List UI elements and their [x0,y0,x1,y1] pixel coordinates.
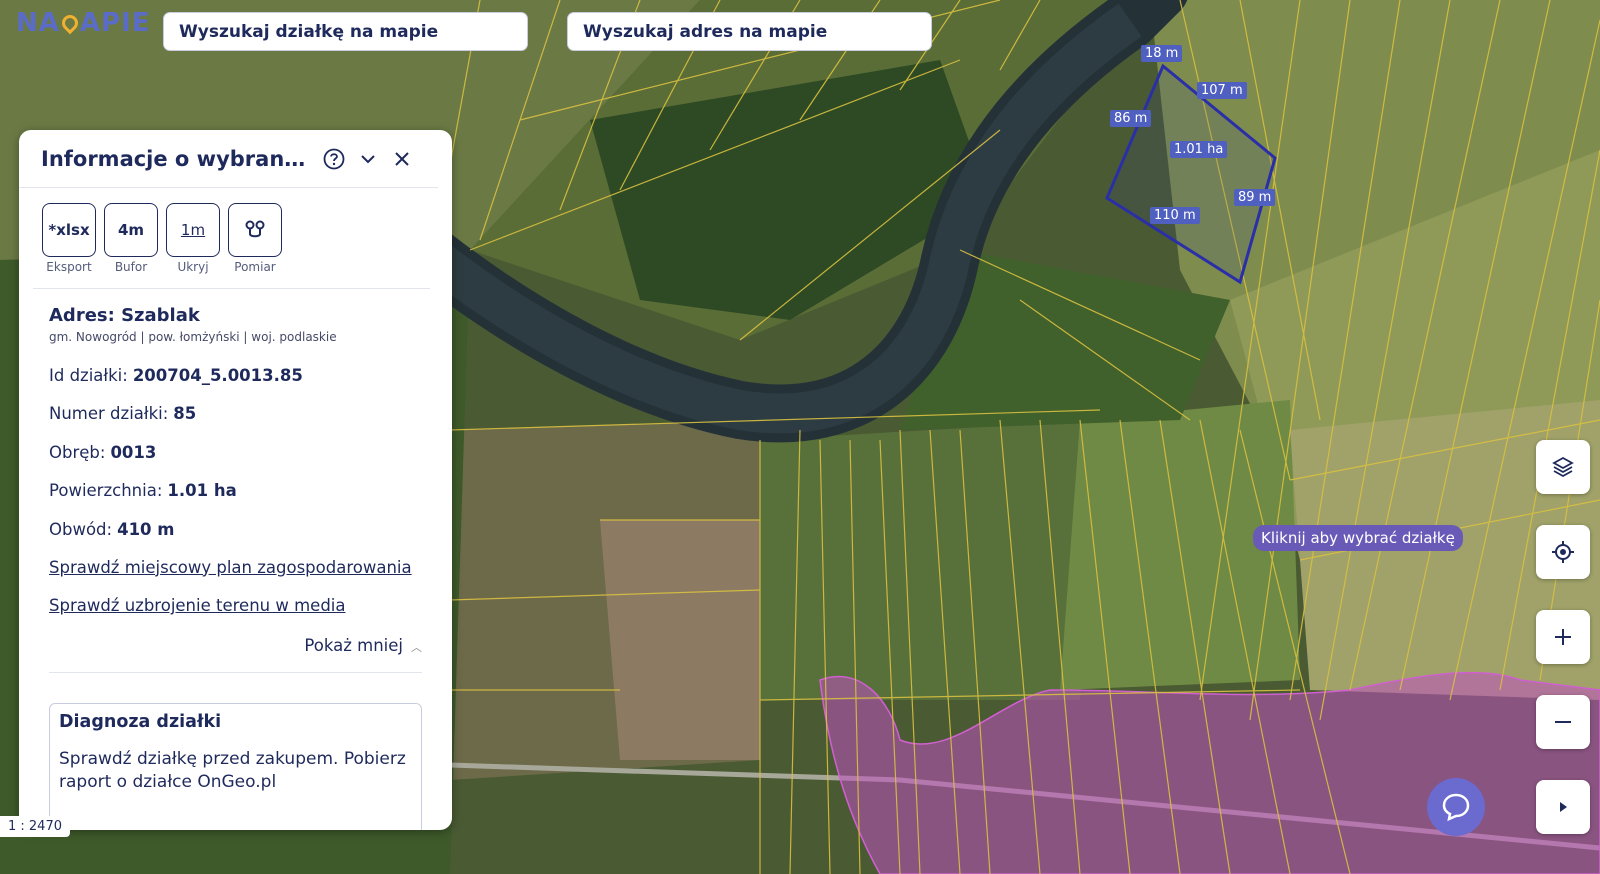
minus-icon [1555,721,1571,723]
measure-pins-icon[interactable] [228,203,282,257]
measure-label: 89 m [1234,189,1276,206]
xlsx-icon[interactable]: *xlsx [42,203,96,257]
address-block: Adres: Szablak gm. Nowogród | pow. łomży… [19,289,452,344]
tool-label: Eksport [46,260,92,274]
parcel-id-row: Id działki: 200704_5.0013.85 [19,356,452,395]
measure-tool[interactable]: Pomiar [228,203,282,274]
collapse-chevron-icon[interactable] [354,145,382,173]
row-label: Powierzchnia: [49,481,163,501]
row-label: Id działki: [49,365,128,385]
address-search-input[interactable] [583,21,916,42]
export-tool[interactable]: *xlsx Eksport [42,203,96,274]
row-label: Numer działki: [49,404,169,424]
row-value: 200704_5.0013.85 [132,365,303,385]
logo[interactable]: NA APIE [16,8,151,38]
zoning-plan-link[interactable]: Sprawdź miejscowy plan zagospodarowania [19,549,452,588]
panel-title: Informacje o wybranej dzi... [41,146,314,171]
close-icon[interactable] [388,145,416,173]
address-subtitle: gm. Nowogród | pow. łomżyński | woj. pod… [49,330,337,344]
locate-button[interactable] [1536,525,1590,579]
address-search-box[interactable] [567,12,932,51]
parcel-number-row: Numer działki: 85 [19,395,452,434]
tool-label: Bufor [114,260,148,274]
hide-tool[interactable]: 1m Ukryj [166,203,220,274]
tool-bar: *xlsx Eksport 4m Bufor 1m Ukryj Pomiar [19,188,452,274]
map-tooltip: Kliknij aby wybrać działkę [1253,525,1463,551]
parcel-search-input[interactable] [179,21,512,42]
map-pin-icon [58,11,82,35]
map-scale: 1 : 2470 [0,816,70,837]
buffer-icon[interactable]: 4m [104,203,158,257]
row-label: Obręb: [49,442,106,462]
measure-label: 86 m [1110,110,1152,127]
measure-label: 110 m [1150,207,1200,224]
divider [49,671,422,673]
plus-icon [1555,629,1571,645]
diagnosis-text: Sprawdź działkę przed zakupem. Pobierz r… [59,748,406,792]
show-less-button[interactable]: Pokaż mniej ︿ [19,626,452,655]
row-value: 85 [173,404,197,424]
parcel-info-panel: Informacje o wybranej dzi... *xlsx Ekspo… [19,130,452,830]
chat-button[interactable] [1427,778,1485,836]
hide-measure-icon[interactable]: 1m [166,203,220,257]
tool-label: Ukryj [177,260,209,274]
help-icon[interactable] [320,145,348,173]
show-less-label: Pokaż mniej [304,635,403,655]
locate-icon [1552,541,1574,563]
diagnosis-title: Diagnoza działki [59,711,222,732]
zoom-in-button[interactable] [1536,610,1590,664]
measure-label: 18 m [1141,45,1183,62]
caret-right-icon [1560,802,1567,812]
expand-panel-button[interactable] [1536,780,1590,834]
layers-icon [1552,456,1574,478]
row-value: 0013 [110,442,157,462]
row-value: 1.01 ha [167,481,237,501]
measure-label: 107 m [1197,82,1247,99]
tool-label: Pomiar [234,260,276,274]
chat-bubble-icon [1442,793,1470,822]
address-title: Adres: Szablak [49,305,200,326]
row-value: 410 m [117,519,175,539]
zoom-out-button[interactable] [1536,695,1590,749]
layers-button[interactable] [1536,440,1590,494]
area-row: Powierzchnia: 1.01 ha [19,472,452,511]
row-label: Obwód: [49,519,113,539]
diagnosis-card[interactable]: Diagnoza działki Sprawdź działkę przed z… [49,702,422,830]
precinct-row: Obręb: 0013 [19,433,452,472]
parcel-details: Id działki: 200704_5.0013.85 Numer działk… [19,356,452,626]
panel-header: Informacje o wybranej dzi... [19,130,438,188]
chevron-up-icon: ︿ [411,640,422,654]
parcel-search-box[interactable] [163,12,528,51]
utilities-link[interactable]: Sprawdź uzbrojenie terenu w media [19,587,452,626]
buffer-tool[interactable]: 4m Bufor [104,203,158,274]
perimeter-row: Obwód: 410 m [19,510,452,549]
measure-label: 1.01 ha [1170,141,1228,158]
